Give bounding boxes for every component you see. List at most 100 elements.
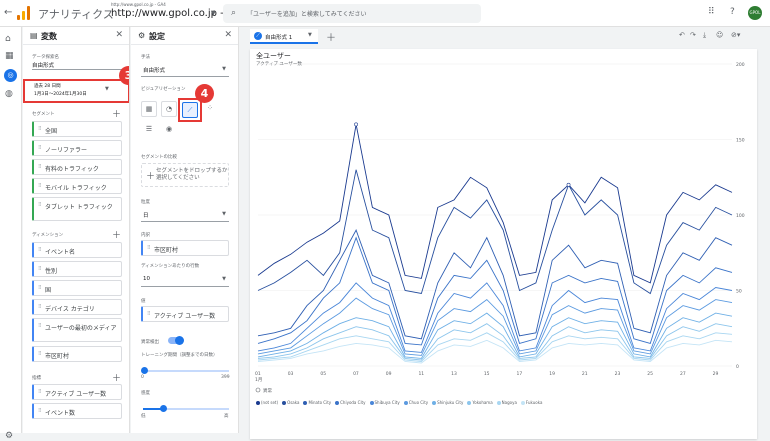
account-breadcrumb[interactable]: http://www.gpol.co.jp - GA4 [111, 2, 166, 7]
chart-title: 全ユーザー [256, 51, 291, 60]
legend-item[interactable]: Nagoya [496, 400, 517, 405]
x-tick-label: 07 [353, 371, 359, 377]
legend-item[interactable]: Minato City [303, 400, 331, 405]
exploration-name-input[interactable]: 自由形式 [32, 61, 54, 69]
sensitivity-low: 低 [141, 414, 146, 419]
segment-chip[interactable]: ⠿ 全国 [32, 121, 122, 137]
series-line [257, 297, 733, 356]
step-badge-4: 4 [195, 84, 214, 103]
legend-label: Osaka [287, 400, 300, 405]
close-icon[interactable]: ✕ [115, 30, 123, 40]
dimension-chip[interactable]: ⠿ 性別 [32, 261, 122, 277]
segment-compare-label: セグメントの比較 [141, 155, 177, 160]
drag-handle-icon: ⠿ [38, 164, 42, 170]
add-segment-plus-icon[interactable]: ＋ [112, 107, 121, 120]
segment-drop-zone[interactable]: ＋ セグメントをドロップするか選択してください [141, 163, 229, 187]
tab-freeform-1[interactable]: ⟋ 自由形式 1 ▼ [250, 29, 318, 44]
sensitivity-slider[interactable] [143, 405, 229, 412]
y-tick-label: 0 [736, 364, 739, 370]
legend-item[interactable]: Chiyoda City [335, 400, 366, 405]
legend-swatch [520, 401, 525, 405]
legend-item[interactable]: Osaka [282, 400, 299, 405]
legend-label: Shinjuku City [437, 400, 464, 405]
values-chip[interactable]: ⠿ アクティブ ユーザー数 [141, 306, 229, 322]
segment-chip[interactable]: ⠿ 有料のトラフィック [32, 159, 122, 175]
drag-handle-icon: ⠿ [147, 311, 151, 317]
legend-item[interactable]: Chuo City [403, 400, 428, 405]
drag-handle-icon: ⠿ [38, 145, 42, 151]
dimensions-heading: ディメンション [32, 233, 64, 238]
rows-per-dimension-select[interactable]: 10 ▼ [141, 273, 229, 287]
training-min: 0 [141, 375, 144, 380]
segment-chip[interactable]: ⠿ ノーリファラー [32, 140, 122, 156]
redo-icon[interactable]: ↷ [690, 31, 696, 39]
dimension-chip[interactable]: ⠿ デバイス カテゴリ [32, 299, 122, 315]
chevron-down-icon[interactable]: ▼ [211, 10, 216, 17]
check-circle-icon[interactable]: ⊘▾ [731, 31, 740, 39]
visualization-label: ビジュアリゼーション [141, 87, 186, 92]
metric-chip[interactable]: ⠿ アクティブ ユーザー数 [32, 384, 122, 400]
reports-icon[interactable]: ▦ [5, 51, 14, 61]
table-viz-icon[interactable]: ▦ [141, 101, 157, 117]
x-tick-label: 03 [288, 371, 294, 377]
x-tick-label: 25 [647, 371, 653, 377]
search-bar[interactable]: ⌕ 「ユーザーを追加」と検索してみてください [223, 4, 481, 23]
share-user-icon[interactable]: ☺ [716, 31, 723, 39]
x-tick-label: 23 [615, 371, 621, 377]
technique-select[interactable]: 自由形式 ▼ [141, 63, 229, 77]
top-bar: ← アナリティクス http://www.gpol.co.jp - GA4 ht… [0, 0, 770, 27]
analytics-logo[interactable] [17, 6, 31, 20]
training-slider[interactable] [141, 367, 229, 374]
chevron-down-icon: ▼ [222, 211, 226, 217]
advertising-icon[interactable]: ◍ [5, 89, 13, 99]
donut-viz-icon[interactable]: ◔ [161, 101, 177, 117]
breakdown-chip[interactable]: ⠿ 市区町村 [141, 240, 229, 256]
legend-swatch [256, 401, 260, 405]
anomaly-point [566, 182, 571, 187]
x-tick-label: 27 [680, 371, 686, 377]
dimension-chip[interactable]: ⠿ ユーザーの最初のメディア [32, 318, 122, 342]
chart-legend: (not set) Osaka Minato City Chiyoda City Shi… [256, 400, 546, 405]
avatar[interactable]: GPOL [748, 6, 762, 20]
segment-chip[interactable]: ⠿ モバイル トラフィック [32, 178, 122, 194]
add-metric-plus-icon[interactable]: ＋ [112, 371, 121, 384]
legend-item[interactable]: Fukuoka [520, 400, 542, 405]
dimension-chip[interactable]: ⠿ 市区町村 [32, 346, 122, 362]
bar-chart-viz-icon[interactable]: ☰ [141, 122, 157, 138]
x-tick-sublabel: 1月 [255, 377, 262, 383]
chevron-down-icon[interactable]: ▼ [308, 32, 312, 38]
add-dimension-plus-icon[interactable]: ＋ [112, 228, 121, 241]
explore-icon[interactable]: ◎ [4, 69, 17, 82]
drag-handle-icon: ⠿ [38, 202, 42, 208]
add-tab-plus-icon[interactable]: ＋ [326, 29, 336, 44]
back-arrow-icon[interactable]: ← [4, 7, 12, 18]
segments-heading: セグメント [32, 112, 55, 117]
toggle-knob [175, 336, 184, 345]
legend-swatch [369, 401, 374, 405]
scatter-viz-icon[interactable]: ⁘ [202, 101, 218, 117]
granularity-select[interactable]: 日 ▼ [141, 208, 229, 222]
home-icon[interactable]: ⌂ [5, 34, 11, 44]
anomaly-toggle[interactable] [168, 336, 184, 345]
settings-header: ⚙ 設定 ✕ [131, 27, 238, 45]
legend-item[interactable]: Shibuya City [369, 400, 400, 405]
help-icon[interactable]: ? [730, 7, 735, 17]
download-icon[interactable]: ⤓ [703, 31, 706, 40]
legend-item[interactable]: Shinjuku City [432, 400, 463, 405]
segment-chip[interactable]: ⠿ タブレット トラフィック [32, 197, 122, 221]
legend-item[interactable]: (not set) [256, 400, 278, 405]
geo-map-viz-icon[interactable]: ◉ [161, 122, 177, 138]
dimension-chip[interactable]: ⠿ 国 [32, 280, 122, 296]
legend-label: Minato City [308, 400, 332, 405]
y-tick-label: 200 [736, 62, 745, 68]
slider-thumb[interactable] [160, 405, 167, 412]
legend-item[interactable]: Yokohama [467, 400, 493, 405]
dimension-chip[interactable]: ⠿ イベント名 [32, 242, 122, 258]
apps-grid-icon[interactable]: ⠿ [708, 7, 715, 17]
slider-thumb[interactable] [141, 367, 148, 374]
sensitivity-label: 感度 [141, 391, 150, 396]
close-icon[interactable]: ✕ [224, 30, 232, 40]
metric-chip[interactable]: ⠿ イベント数 [32, 403, 122, 419]
undo-icon[interactable]: ↶ [679, 31, 685, 39]
rows-per-dim-label: ディメンションあたりの行数 [141, 264, 200, 269]
